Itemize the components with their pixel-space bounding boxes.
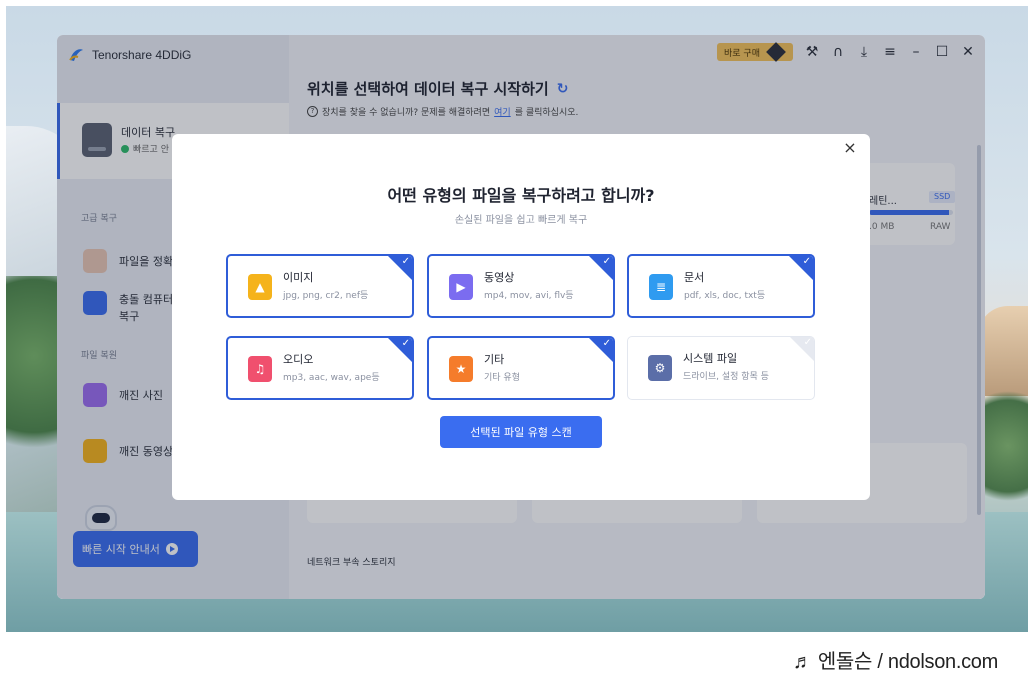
file-type-extensions: 드라이브, 설정 항목 등 <box>683 372 769 382</box>
file-type-extensions: mp4, mov, avi, flv등 <box>484 291 574 301</box>
other-icon: ★ <box>449 356 473 382</box>
dialog-subtitle: 손실된 파일을 쉽고 빠르게 복구 <box>454 215 588 226</box>
checkmark-icon: ✓ <box>803 337 812 348</box>
file-type-name: 동영상 <box>484 271 515 284</box>
watermark: ♬ 엔돌슨 / ndolson.com <box>792 651 998 673</box>
file-type-name: 기타 <box>484 353 505 366</box>
checkmark-icon: ✓ <box>602 338 611 349</box>
file-type-option[interactable]: ✓ ▲ 이미지 jpg, png, cr2, nef등 <box>226 254 414 318</box>
screenshot-stage: Tenorshare 4DDiG 데이터 복구 빠르고 안 고급 복구 파일을 … <box>0 0 1034 685</box>
image-icon: ▲ <box>248 274 272 300</box>
checkmark-icon: ✓ <box>401 338 410 349</box>
document-icon: ≣ <box>649 274 673 300</box>
checkmark-icon: ✓ <box>802 256 811 267</box>
video-icon: ▶ <box>449 274 473 300</box>
file-type-name: 이미지 <box>283 271 314 284</box>
file-type-name: 문서 <box>684 271 705 284</box>
file-type-extensions: 기타 유형 <box>484 373 520 383</box>
file-type-option[interactable]: ✓ ★ 기타기타 유형 <box>427 336 615 400</box>
audio-icon: ♫ <box>248 356 272 382</box>
file-type-option[interactable]: ✓ ♫ 오디오 mp3, aac, wav, ape등 <box>226 336 414 400</box>
scan-button-label: 선택된 파일 유형 스캔 <box>470 426 572 439</box>
file-type-extensions: pdf, xls, doc, txt등 <box>684 291 766 301</box>
checkmark-icon: ✓ <box>401 256 410 267</box>
file-type-extensions: jpg, png, cr2, nef등 <box>283 291 369 301</box>
system-file-icon: ⚙ <box>648 355 672 381</box>
file-type-option[interactable]: ✓ ▶ 동영상 mp4, mov, avi, flv등 <box>427 254 615 318</box>
file-type-option[interactable]: ✓ ≣ 문서 pdf, xls, doc, txt등 <box>627 254 815 318</box>
file-type-dialog: × 어떤 유형의 파일을 복구하려고 합니까? 손실된 파일을 쉽고 빠르게 복… <box>172 134 870 500</box>
file-type-name: 시스템 파일 <box>683 352 738 365</box>
file-type-option[interactable]: ✓ ⚙ 시스템 파일드라이브, 설정 항목 등 <box>627 336 815 400</box>
close-icon[interactable]: × <box>842 140 858 156</box>
wallpaper-tree-right <box>978 376 1028 516</box>
file-type-name: 오디오 <box>283 353 314 366</box>
scan-selected-types-button[interactable]: 선택된 파일 유형 스캔 <box>440 416 602 448</box>
dialog-title: 어떤 유형의 파일을 복구하려고 합니까? <box>387 186 655 205</box>
file-type-extensions: mp3, aac, wav, ape등 <box>283 373 380 383</box>
checkmark-icon: ✓ <box>602 256 611 267</box>
